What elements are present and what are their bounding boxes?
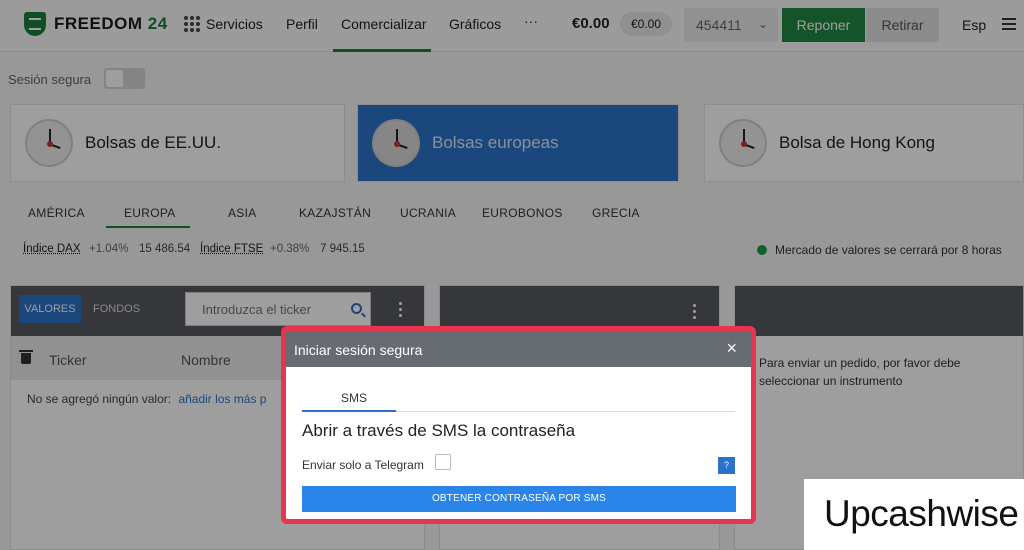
sms-tab-indicator	[302, 410, 396, 412]
modal-header: Iniciar sesión segura ×	[286, 331, 751, 367]
secure-login-modal: Iniciar sesión segura × SMS Abrir a trav…	[281, 326, 756, 524]
tab-sms[interactable]: SMS	[341, 391, 367, 405]
telegram-only-checkbox[interactable]	[435, 454, 451, 470]
get-sms-password-button[interactable]: OBTENER CONTRASEÑA POR SMS	[302, 486, 736, 512]
help-icon[interactable]: ?	[718, 457, 735, 474]
modal-title: Iniciar sesión segura	[294, 342, 423, 358]
telegram-label: Enviar solo a Telegram	[302, 458, 424, 472]
modal-heading: Abrir a través de SMS la contraseña	[302, 421, 576, 440]
watermark-text: Upcashwise	[824, 493, 1019, 534]
close-icon[interactable]: ×	[726, 338, 737, 359]
watermark: Upcashwise	[804, 479, 1024, 550]
